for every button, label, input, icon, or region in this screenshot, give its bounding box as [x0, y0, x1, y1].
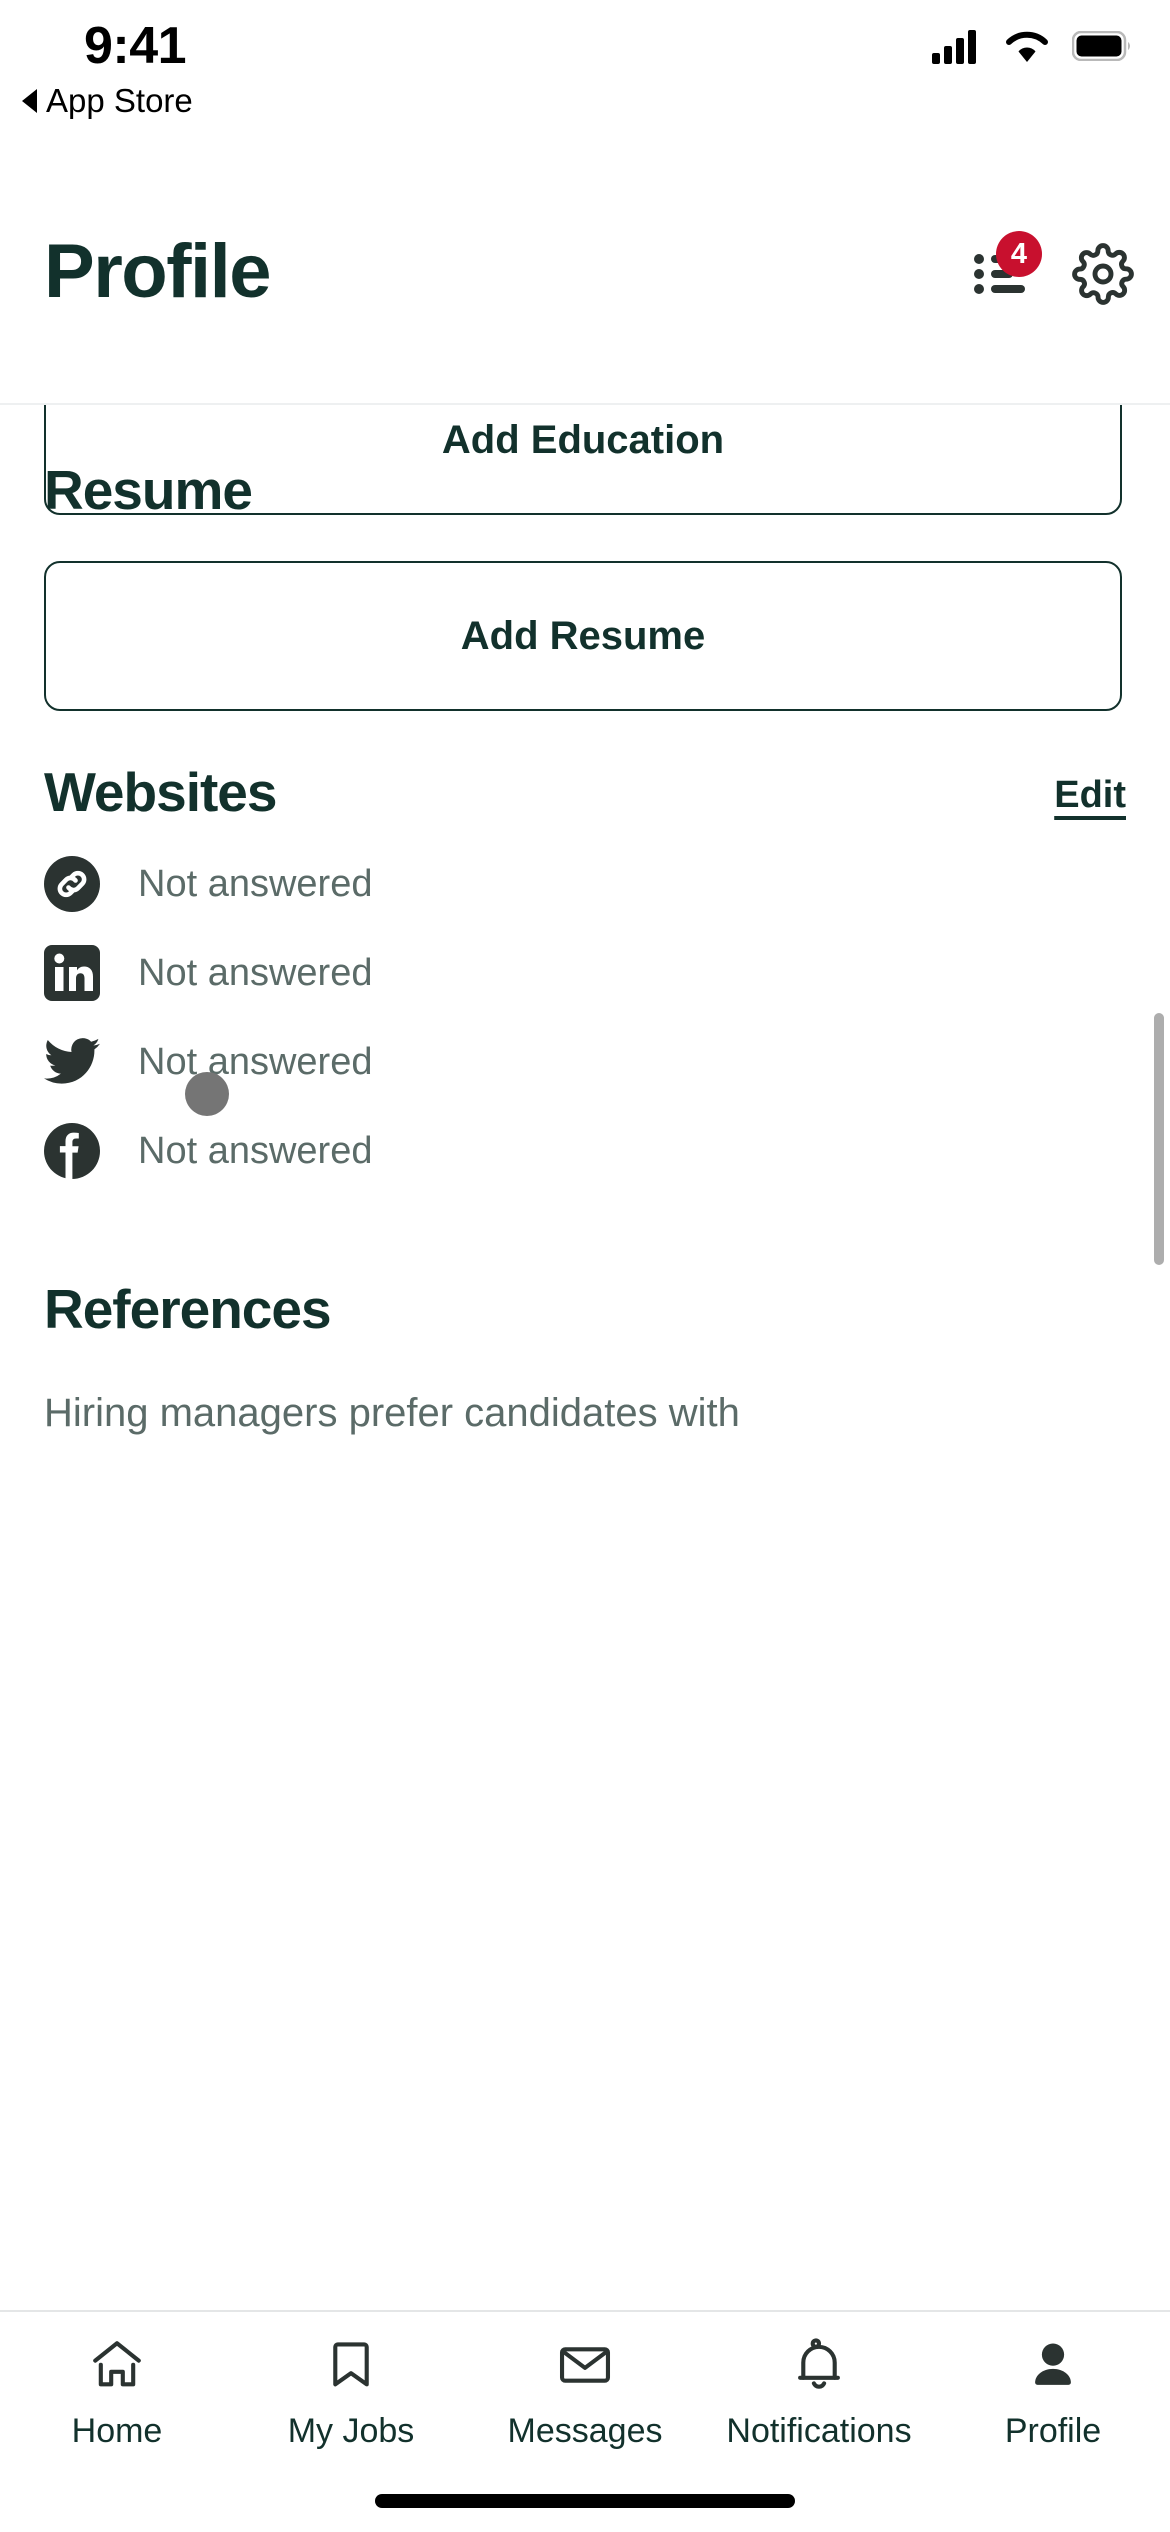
bottom-tab-bar: Home My Jobs Messages Notifications Prof…: [0, 2310, 1170, 2532]
twitter-icon: [44, 1034, 100, 1090]
tab-messages[interactable]: Messages: [468, 2312, 702, 2482]
website-row-link[interactable]: Not answered: [44, 848, 744, 920]
references-description: Hiring managers prefer candidates with: [44, 1391, 740, 1435]
back-label: App Store: [46, 82, 193, 119]
facebook-icon: [44, 1123, 100, 1179]
page-title: Profile: [44, 229, 272, 314]
website-value: Not answered: [138, 1040, 373, 1083]
header-actions: 4: [968, 231, 1134, 310]
link-icon: [44, 856, 100, 912]
linkedin-icon: [44, 945, 100, 1001]
website-row-facebook[interactable]: Not answered: [44, 1115, 744, 1187]
status-time: 9:41: [84, 17, 187, 75]
website-row-twitter[interactable]: Not answered: [44, 1026, 744, 1098]
website-value: Not answered: [138, 862, 373, 905]
profile-scroll-content[interactable]: Add Education Resume Add Resume Websites…: [0, 405, 1170, 2310]
scrollbar[interactable]: [1154, 1013, 1164, 1265]
tab-my-jobs[interactable]: My Jobs: [234, 2312, 468, 2482]
app-screen: 9:41 App Store Profile 4 Add Education R…: [0, 0, 1170, 2532]
tab-label: Messages: [507, 2412, 663, 2450]
triangle-left-icon: [22, 89, 37, 113]
status-bar: 9:41 App Store: [0, 0, 1170, 120]
tab-label: Profile: [1004, 2412, 1102, 2450]
checklist-badge: 4: [996, 231, 1042, 277]
home-indicator: [375, 2494, 795, 2508]
bell-icon: [790, 2334, 848, 2396]
back-to-app-store-button[interactable]: App Store: [22, 82, 193, 120]
page-header: Profile 4: [0, 120, 1170, 405]
add-resume-button[interactable]: Add Resume: [44, 561, 1122, 711]
settings-button[interactable]: [1072, 242, 1134, 310]
battery-full-icon: [1071, 30, 1132, 66]
checklist-button[interactable]: 4: [968, 231, 1042, 307]
website-value: Not answered: [138, 1129, 373, 1172]
envelope-icon: [556, 2334, 614, 2396]
bookmark-icon: [322, 2334, 380, 2396]
wifi-icon: [1004, 28, 1050, 69]
tab-label: Home: [71, 2412, 163, 2450]
tab-label: Notifications: [726, 2412, 912, 2450]
websites-section-title: Websites: [44, 761, 277, 823]
cellular-signal-icon: [932, 28, 982, 69]
tab-home[interactable]: Home: [0, 2312, 234, 2482]
tab-label: My Jobs: [287, 2412, 415, 2450]
resume-section-title: Resume: [44, 459, 253, 521]
scrollbar-thumb[interactable]: [1154, 1013, 1164, 1265]
person-icon: [1024, 2334, 1082, 2396]
gear-icon: [1072, 242, 1134, 310]
cursor-indicator: [185, 1072, 229, 1116]
home-icon: [88, 2334, 146, 2396]
references-section-title: References: [44, 1278, 332, 1340]
tab-profile[interactable]: Profile: [936, 2312, 1170, 2482]
website-value: Not answered: [138, 951, 373, 994]
status-indicators: [932, 28, 1132, 69]
website-row-linkedin[interactable]: Not answered: [44, 937, 744, 1009]
tab-notifications[interactable]: Notifications: [702, 2312, 936, 2482]
websites-edit-link[interactable]: Edit: [1054, 774, 1126, 817]
